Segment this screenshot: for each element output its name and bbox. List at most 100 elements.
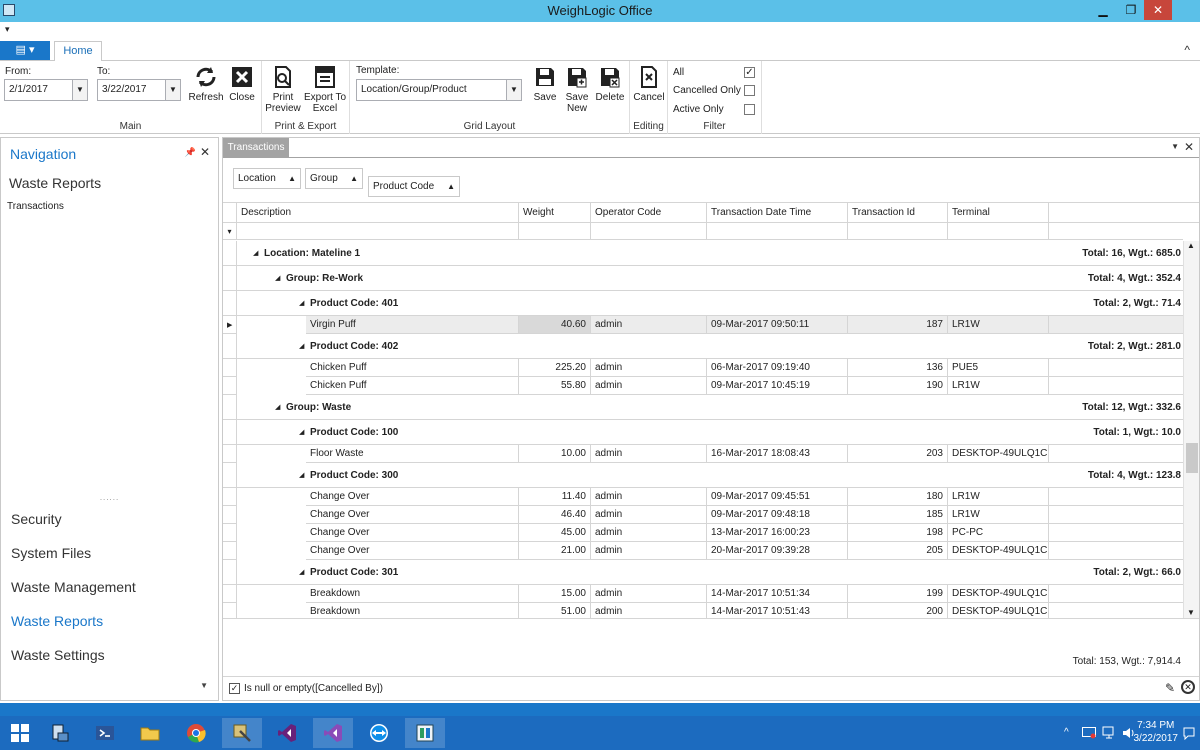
cell-terminal[interactable]: LR1W [948,316,1049,334]
taskbar-powershell[interactable] [85,718,125,748]
cell-weight[interactable]: 46.40 [519,506,591,524]
scroll-up-icon[interactable]: ▲ [1187,241,1195,250]
cell-terminal[interactable]: DESKTOP-49ULQ1C [948,445,1049,463]
cell-transaction-date-time[interactable]: 09-Mar-2017 09:45:51 [707,488,848,506]
cell-transaction-id[interactable]: 205 [848,542,948,560]
cell-transaction-date-time[interactable]: 09-Mar-2017 10:45:19 [707,377,848,395]
restore-button[interactable]: ❐ [1120,0,1142,20]
nav-group-waste-reports[interactable]: Waste Reports [11,613,103,629]
cell-transaction-id[interactable]: 136 [848,359,948,377]
close-icon[interactable]: ✕ [1184,140,1194,154]
cell-weight[interactable]: 10.00 [519,445,591,463]
cell-transaction-date-time[interactable]: 14-Mar-2017 10:51:34 [707,585,848,603]
filter-cell-transaction-date-time[interactable] [707,223,848,240]
column-header-operator-code[interactable]: Operator Code [591,203,707,223]
print-preview-button[interactable]: Print Preview [264,65,302,114]
cell-terminal[interactable]: DESKTOP-49ULQ1C [948,603,1049,618]
cell-weight[interactable]: 55.80 [519,377,591,395]
group-row-product-code[interactable]: ◢ Product Code: 100 Total: 1, Wgt.: 10.0 [223,420,1183,445]
network-icon[interactable] [1102,726,1116,740]
cell-description[interactable]: Breakdown [306,603,519,618]
group-by-group-chip[interactable]: Group ▲ [305,168,363,189]
cell-transaction-id[interactable]: 187 [848,316,948,334]
table-row[interactable]: Breakdown 51.00 admin 14-Mar-2017 10:51:… [223,603,1183,618]
cell-operator-code[interactable]: admin [591,506,707,524]
edit-filter-icon[interactable]: ✎ [1165,681,1175,695]
export-to-excel-button[interactable]: Export To Excel [302,65,348,114]
cell-terminal[interactable]: DESKTOP-49ULQ1C [948,585,1049,603]
cell-terminal[interactable]: LR1W [948,506,1049,524]
to-date-combo[interactable]: 3/22/2017 ▼ [97,79,181,101]
expand-icon[interactable]: ◢ [299,568,304,576]
cell-transaction-date-time[interactable]: 20-Mar-2017 09:39:28 [707,542,848,560]
cell-operator-code[interactable]: admin [591,524,707,542]
cell-description[interactable]: Change Over [306,542,519,560]
filter-icon[interactable]: ▾ [223,223,237,240]
scrollbar-thumb[interactable] [1186,443,1198,473]
tab-home[interactable]: Home [54,41,102,62]
refresh-button[interactable]: Refresh [188,65,224,103]
column-header-transaction-date-time[interactable]: Transaction Date Time [707,203,848,223]
group-row-group[interactable]: ◢ Group: Waste Total: 12, Wgt.: 332.6 [223,395,1183,420]
cell-operator-code[interactable]: admin [591,488,707,506]
group-row-product-code[interactable]: ◢ Product Code: 401 Total: 2, Wgt.: 71.4 [223,291,1183,316]
cell-operator-code[interactable]: admin [591,377,707,395]
chevron-down-icon[interactable]: ▼ [1171,142,1179,151]
cell-terminal[interactable]: LR1W [948,488,1049,506]
filter-expression[interactable]: Is null or empty([Cancelled By]) [244,683,383,694]
column-header-description[interactable]: Description [237,203,519,223]
nav-group-security[interactable]: Security [11,511,62,527]
group-row-product-code[interactable]: ◢ Product Code: 300 Total: 4, Wgt.: 123.… [223,463,1183,488]
cell-description[interactable]: Floor Waste [306,445,519,463]
start-button[interactable] [0,718,40,748]
table-row[interactable]: Change Over 11.40 admin 09-Mar-2017 09:4… [223,488,1183,506]
cell-transaction-date-time[interactable]: 13-Mar-2017 16:00:23 [707,524,848,542]
cell-transaction-id[interactable]: 185 [848,506,948,524]
template-combo[interactable]: Location/Group/Product ▼ [356,79,522,101]
cell-transaction-date-time[interactable]: 06-Mar-2017 09:19:40 [707,359,848,377]
table-row[interactable]: Change Over 46.40 admin 09-Mar-2017 09:4… [223,506,1183,524]
cell-operator-code[interactable]: admin [591,359,707,377]
cell-description[interactable]: Virgin Puff [306,316,519,334]
cancel-button[interactable]: Cancel [632,65,666,103]
cell-weight[interactable]: 45.00 [519,524,591,542]
cell-transaction-id[interactable]: 199 [848,585,948,603]
filter-cell-weight[interactable] [519,223,591,240]
cell-description[interactable]: Breakdown [306,585,519,603]
nav-group-waste-management[interactable]: Waste Management [11,579,136,595]
filter-cell-operator-code[interactable] [591,223,707,240]
filter-cell-description[interactable] [237,223,519,240]
expand-icon[interactable]: ◢ [299,299,304,307]
more-groups-icon[interactable]: ▼ [200,681,208,690]
filter-cancelled-checkbox[interactable] [744,85,755,96]
cell-operator-code[interactable]: admin [591,542,707,560]
clear-filter-icon[interactable]: ✕ [1181,680,1195,694]
application-menu-button[interactable]: ▤ ▾ [0,41,50,60]
cell-weight[interactable]: 40.60 [519,316,591,334]
chevron-down-icon[interactable]: ▼ [72,80,87,100]
group-row-product-code[interactable]: ◢ Product Code: 301 Total: 2, Wgt.: 66.0 [223,560,1183,585]
delete-button[interactable]: Delete [594,65,626,103]
quick-access-menu-icon[interactable]: ▾ [5,24,10,35]
group-row-product-code[interactable]: ◢ Product Code: 402 Total: 2, Wgt.: 281.… [223,334,1183,359]
expand-icon[interactable]: ◢ [253,249,258,257]
table-row[interactable]: Breakdown 15.00 admin 14-Mar-2017 10:51:… [223,585,1183,603]
cell-terminal[interactable]: LR1W [948,377,1049,395]
action-center-icon[interactable] [1082,727,1096,739]
title-bar[interactable]: WeighLogic Office ▁ ❐ ✕ [0,0,1200,22]
column-header-transaction-id[interactable]: Transaction Id [848,203,948,223]
taskbar-teamviewer[interactable] [359,718,399,748]
vertical-scrollbar[interactable]: ▲ ▼ [1183,241,1199,618]
cell-weight[interactable]: 11.40 [519,488,591,506]
table-row[interactable]: Chicken Puff 55.80 admin 09-Mar-2017 10:… [223,377,1183,395]
cell-transaction-id[interactable]: 200 [848,603,948,618]
cell-transaction-id[interactable]: 203 [848,445,948,463]
group-row-group[interactable]: ◢ Group: Re-Work Total: 4, Wgt.: 352.4 [223,266,1183,291]
save-new-button[interactable]: Save New [562,65,592,114]
cell-transaction-id[interactable]: 190 [848,377,948,395]
cell-description[interactable]: Change Over [306,488,519,506]
nav-group-system-files[interactable]: System Files [11,545,91,561]
expand-icon[interactable]: ◢ [299,428,304,436]
cell-weight[interactable]: 51.00 [519,603,591,618]
pin-icon[interactable]: 📌 [185,147,196,158]
